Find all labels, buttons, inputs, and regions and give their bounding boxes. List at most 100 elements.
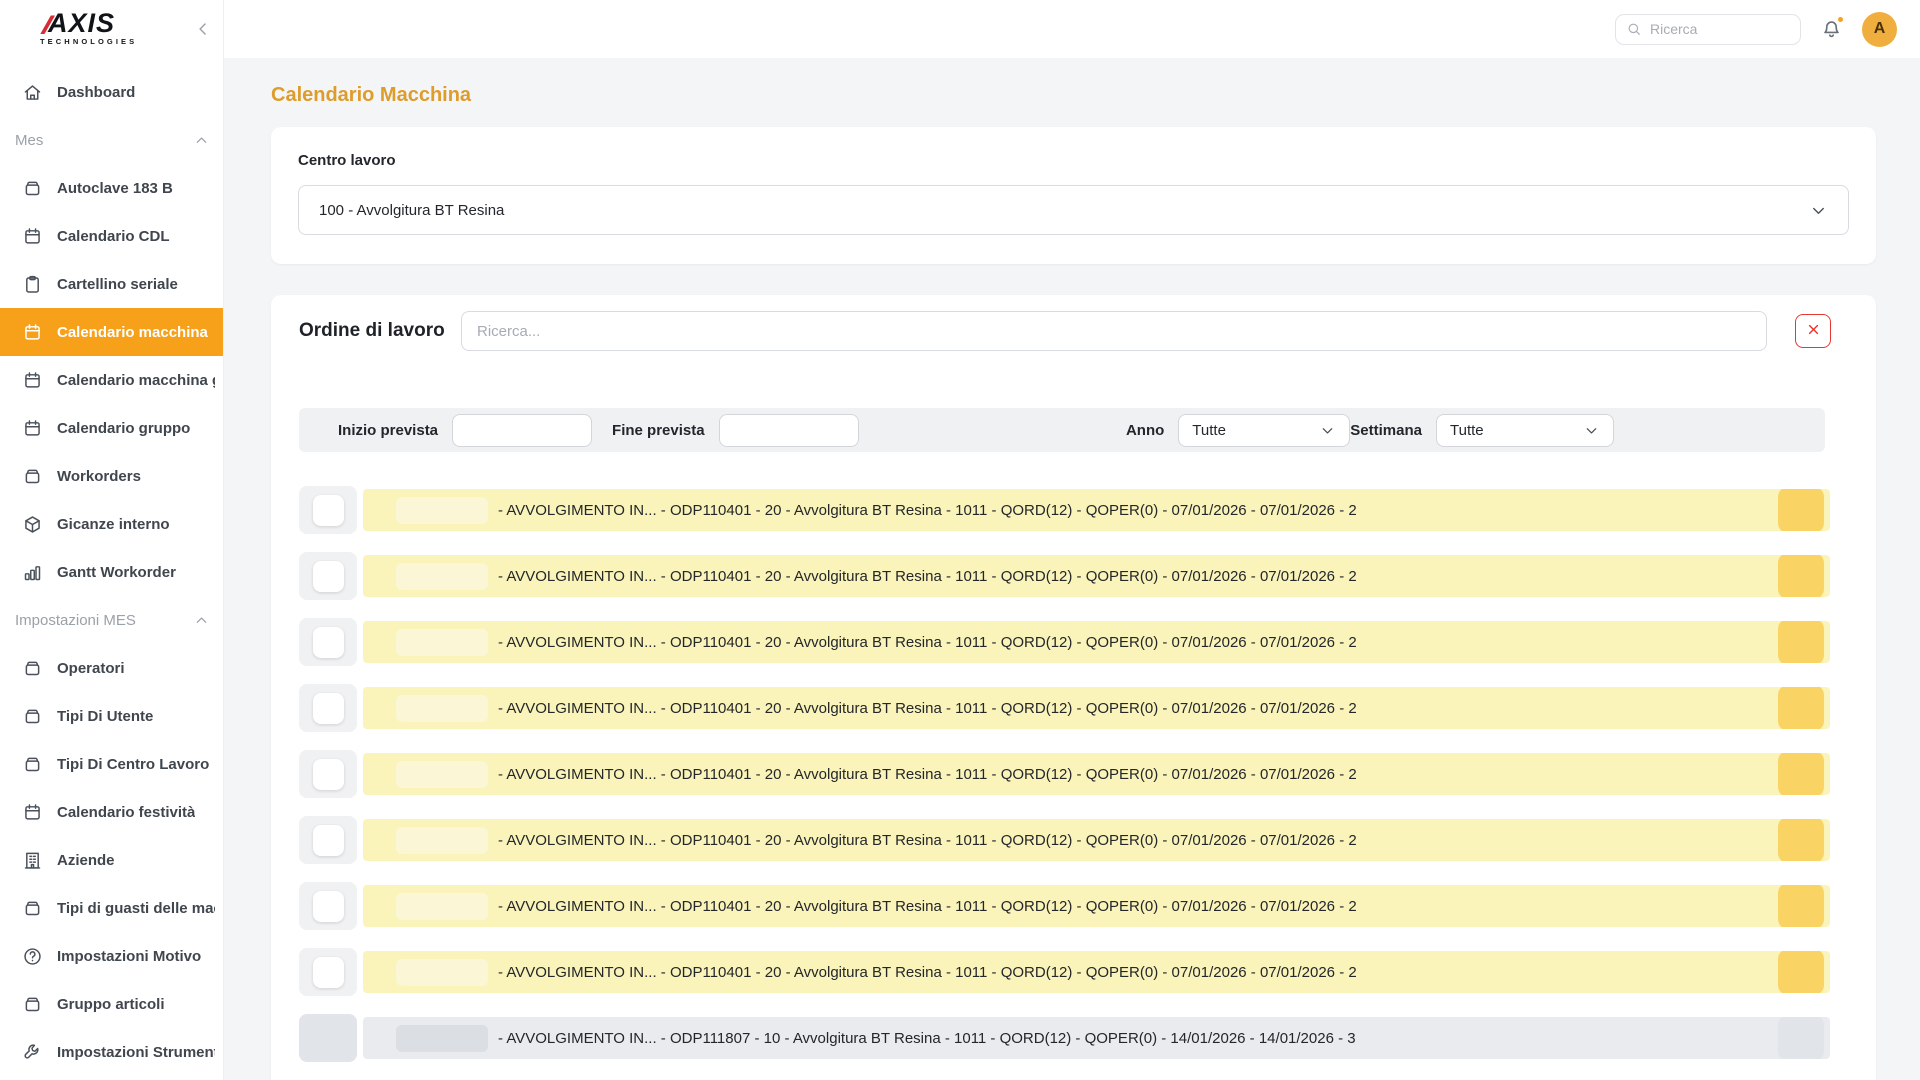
page-title: Calendario Macchina (271, 84, 1876, 107)
workorder-row: - AVVOLGIMENTO IN... - ODP110401 - 20 - … (299, 948, 1830, 996)
sidebar-item-calendario-festivit[interactable]: Calendario festività (0, 788, 223, 836)
copy-button[interactable] (1778, 885, 1824, 927)
archive-icon (22, 898, 43, 919)
copy-button[interactable] (1778, 621, 1824, 663)
sidebar-item-impostazioni-motivo[interactable]: Impostazioni Motivo (0, 932, 223, 980)
workorder-text: - AVVOLGIMENTO IN... - ODP110401 - 20 - … (498, 766, 1357, 783)
sidebar-item-calendario-macchina-gesti[interactable]: Calendario macchina gesti (0, 356, 223, 404)
redacted-label (396, 761, 488, 788)
home-icon (22, 82, 43, 103)
chevron-up-icon (193, 132, 210, 149)
sidebar-item-autoclave-183-b[interactable]: Autoclave 183 B (0, 164, 223, 212)
notification-dot (1837, 16, 1844, 23)
wrench-icon (22, 1042, 43, 1063)
logo-tagline: TECHNOLOGIES (40, 37, 137, 46)
redacted-label (396, 1025, 488, 1052)
clipboard-icon (22, 274, 43, 295)
copy-button[interactable] (1778, 1017, 1824, 1059)
sidebar-item-tipi-di-centro-lavoro[interactable]: Tipi Di Centro Lavoro (0, 740, 223, 788)
copy-button[interactable] (1778, 753, 1824, 795)
settimana-select[interactable]: Tutte (1436, 414, 1614, 447)
sidebar-item-gantt-workorder[interactable]: Gantt Workorder (0, 548, 223, 596)
workorder-text: - AVVOLGIMENTO IN... - ODP110401 - 20 - … (498, 898, 1357, 915)
sidebar-item-impostazioni-strumenti[interactable]: Impostazioni Strumenti (0, 1028, 223, 1076)
close-icon (1805, 321, 1822, 341)
expand-row-button[interactable] (313, 759, 344, 790)
sidebar-item-tipi-di-utente[interactable]: Tipi Di Utente (0, 692, 223, 740)
anno-select[interactable]: Tutte (1178, 414, 1350, 447)
centro-lavoro-label: Centro lavoro (298, 152, 1849, 169)
sidebar-item-operatori[interactable]: Operatori (0, 644, 223, 692)
workorder-search-input[interactable] (461, 311, 1767, 351)
clear-search-button[interactable] (1795, 314, 1831, 348)
sidebar-collapse-button[interactable] (193, 19, 213, 39)
sidebar-item-gicanze-interno[interactable]: Gicanze interno (0, 500, 223, 548)
blocked-icon (316, 1026, 340, 1050)
workorder-list: - AVVOLGIMENTO IN... - ODP110401 - 20 - … (299, 486, 1830, 1062)
workorder-row: - AVVOLGIMENTO IN... - ODP110401 - 20 - … (299, 882, 1830, 930)
copy-button[interactable] (1778, 951, 1824, 993)
expand-row-button[interactable] (313, 693, 344, 724)
workorder-row: - AVVOLGIMENTO IN... - ODP110401 - 20 - … (299, 750, 1830, 798)
sidebar-item-calendario-cdl[interactable]: Calendario CDL (0, 212, 223, 260)
expand-row-button[interactable] (313, 825, 344, 856)
sidebar-section-impostazioni-mes[interactable]: Impostazioni MES (0, 596, 223, 644)
sidebar-section-impostazioni-items: Operatori Tipi Di Utente Tipi Di Centro … (0, 644, 223, 1076)
archive-icon (22, 178, 43, 199)
sidebar-item-calendario-macchina[interactable]: Calendario macchina (0, 308, 223, 356)
redacted-label (396, 497, 488, 524)
notifications-button[interactable] (1820, 18, 1843, 41)
sidebar-item-cartellino-seriale[interactable]: Cartellino seriale (0, 260, 223, 308)
ordine-di-lavoro-heading: Ordine di lavoro (299, 320, 461, 342)
workorder-text: - AVVOLGIMENTO IN... - ODP110401 - 20 - … (498, 502, 1357, 519)
workorder-text: - AVVOLGIMENTO IN... - ODP110401 - 20 - … (498, 568, 1357, 585)
global-search-input[interactable] (1650, 21, 1790, 37)
inizio-prevista-input[interactable] (452, 414, 592, 447)
copy-button[interactable] (1778, 489, 1824, 531)
workorder-text: - AVVOLGIMENTO IN... - ODP110401 - 20 - … (498, 634, 1357, 651)
expand-row-button[interactable] (313, 957, 344, 988)
filters-bar: Inizio prevista Fine prevista Anno Tutte… (299, 408, 1825, 452)
copy-button[interactable] (1778, 687, 1824, 729)
calendar-icon (22, 802, 43, 823)
sidebar-nav: Dashboard Mes Autoclave 183 B Calendario… (0, 58, 223, 1076)
sidebar-item-workorders[interactable]: Workorders (0, 452, 223, 500)
sidebar-item-dashboard[interactable]: Dashboard (0, 68, 223, 116)
expand-row-button[interactable] (313, 495, 344, 526)
sidebar-item-tipi-di-guasti-delle-macc[interactable]: Tipi di guasti delle macc (0, 884, 223, 932)
fine-prevista-input[interactable] (719, 414, 859, 447)
centro-lavoro-card: Centro lavoro 100 - Avvolgitura BT Resin… (271, 127, 1876, 264)
cube-icon (22, 514, 43, 535)
sidebar-item-calendario-gruppo[interactable]: Calendario gruppo (0, 404, 223, 452)
sidebar-item-aziende[interactable]: Aziende (0, 836, 223, 884)
archive-icon (22, 466, 43, 487)
sidebar-item-gruppo-articoli[interactable]: Gruppo articoli (0, 980, 223, 1028)
copy-button[interactable] (1778, 819, 1824, 861)
building-icon (22, 850, 43, 871)
calendar-icon (22, 418, 43, 439)
workorder-row: - AVVOLGIMENTO IN... - ODP110401 - 20 - … (299, 618, 1830, 666)
global-search (1615, 14, 1801, 45)
workorder-text: - AVVOLGIMENTO IN... - ODP110401 - 20 - … (498, 964, 1357, 981)
copy-button[interactable] (1778, 555, 1824, 597)
chevron-left-icon (193, 27, 213, 42)
anno-value: Tutte (1192, 422, 1226, 439)
chart-icon (22, 562, 43, 583)
sidebar-section-mes[interactable]: Mes (0, 116, 223, 164)
workorder-row: - AVVOLGIMENTO IN... - ODP110401 - 20 - … (299, 486, 1830, 534)
expand-row-button[interactable] (313, 627, 344, 658)
logo-text: AXIS (48, 12, 115, 35)
expand-row-button[interactable] (313, 891, 344, 922)
ordine-di-lavoro-card: Ordine di lavoro Inizio prevista Fine pr… (271, 295, 1876, 1080)
avatar[interactable]: A (1862, 12, 1897, 47)
expand-row-button[interactable] (313, 561, 344, 592)
redacted-label (396, 959, 488, 986)
redacted-label (396, 629, 488, 656)
inizio-prevista-label: Inizio prevista (338, 422, 438, 439)
archive-icon (22, 754, 43, 775)
centro-lavoro-select[interactable]: 100 - Avvolgitura BT Resina (298, 185, 1849, 235)
centro-lavoro-value: 100 - Avvolgitura BT Resina (319, 202, 504, 219)
workorder-row: - AVVOLGIMENTO IN... - ODP110401 - 20 - … (299, 816, 1830, 864)
anno-label: Anno (1126, 422, 1164, 439)
chevron-down-icon (1319, 422, 1336, 439)
